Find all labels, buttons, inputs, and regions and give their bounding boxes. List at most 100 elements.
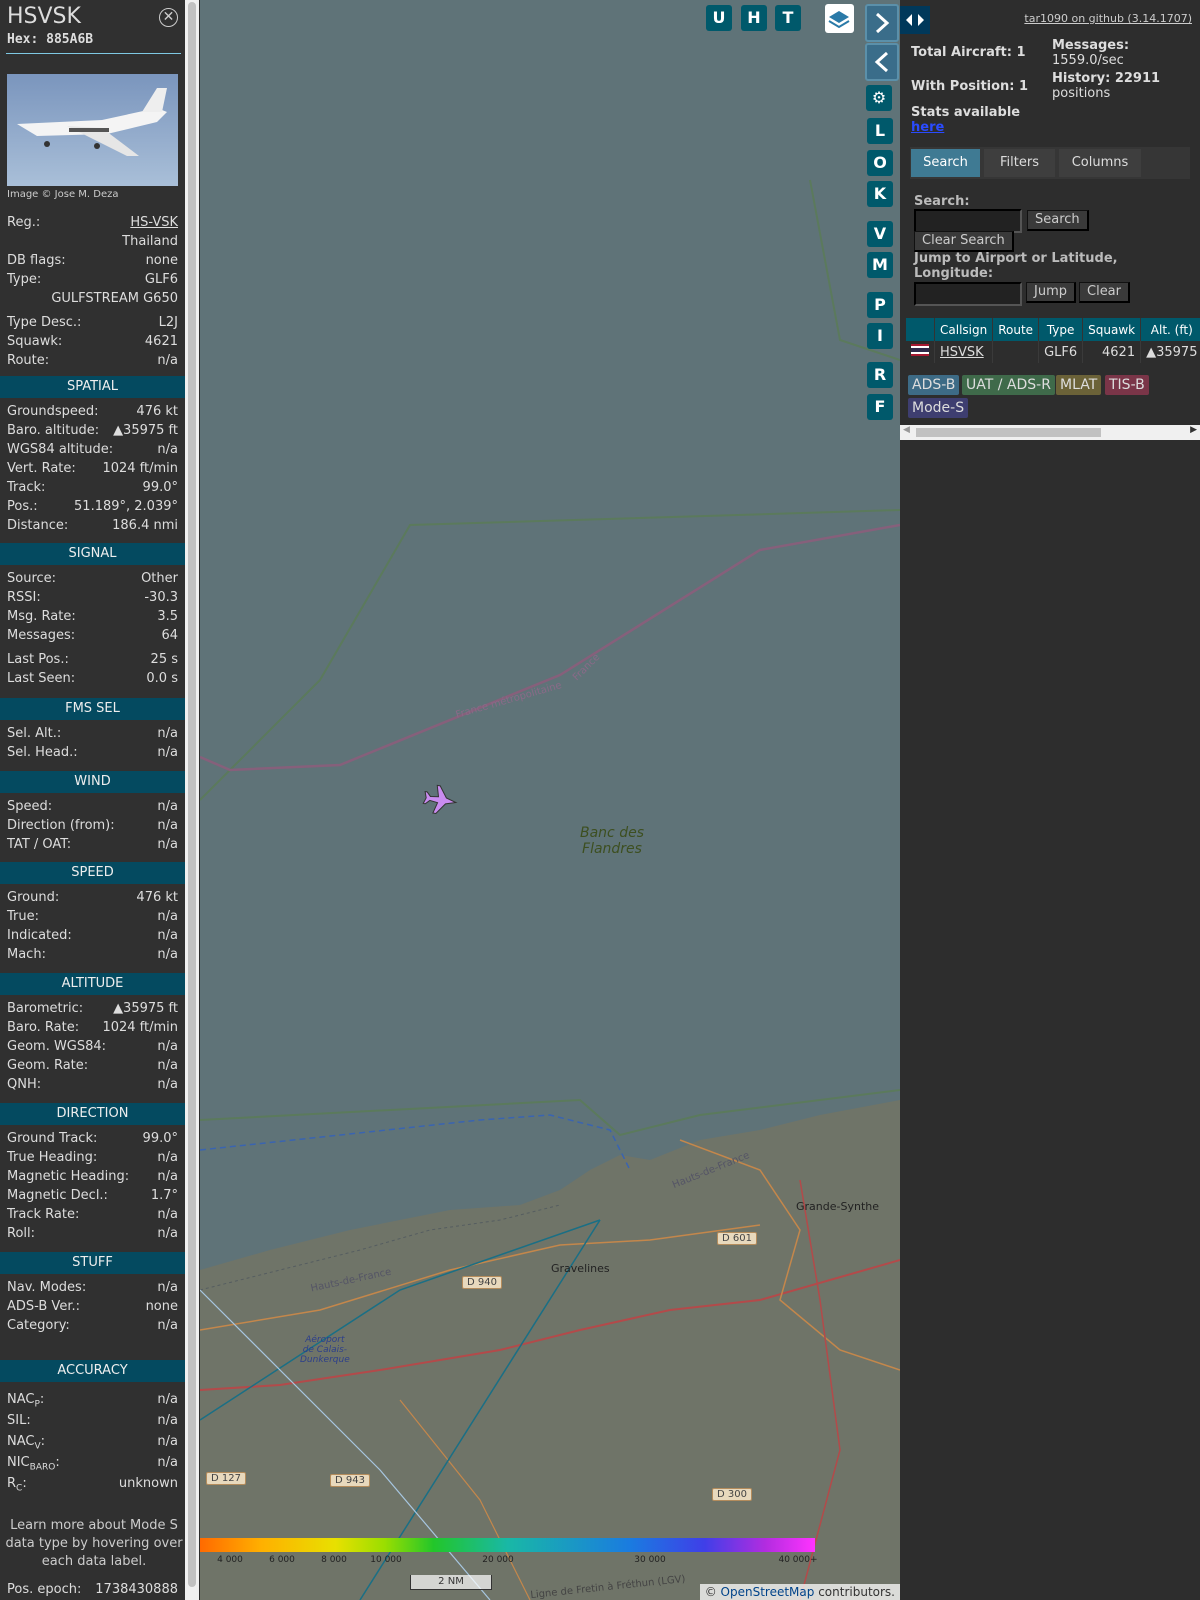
toggle-sidebar-icon[interactable] xyxy=(900,6,930,34)
section-header-spatial: SPATIAL xyxy=(0,376,185,398)
info-row-value: none xyxy=(145,1299,178,1314)
aircraft-photo[interactable] xyxy=(7,74,178,186)
map-button-t[interactable]: T xyxy=(775,5,801,31)
info-panel-scrollbar[interactable] xyxy=(185,0,199,1600)
info-row-label: Type: xyxy=(7,272,42,287)
clear-button[interactable]: Clear xyxy=(1079,282,1130,303)
map-button-r[interactable]: R xyxy=(867,362,893,388)
openstreetmap-link[interactable]: OpenStreetMap xyxy=(721,1585,815,1599)
info-row-value: n/a xyxy=(157,928,178,943)
map-button-p[interactable]: P xyxy=(867,292,893,318)
column-header-route[interactable]: Route xyxy=(992,318,1040,341)
info-row: Squawk: 4621 xyxy=(7,332,178,351)
map-label-gravelines: Gravelines xyxy=(551,1262,610,1275)
info-row-value: n/a xyxy=(157,799,178,814)
learn-more-text: Learn more about Mode S data type by hov… xyxy=(5,1518,183,1569)
map-button-l[interactable]: L xyxy=(867,118,893,144)
road-label: D 127 xyxy=(206,1472,246,1485)
layers-icon[interactable] xyxy=(825,4,854,33)
stats-label: Stats available xyxy=(911,105,1021,120)
jump-button[interactable]: Jump xyxy=(1026,282,1076,303)
search-button[interactable]: Search xyxy=(1027,210,1089,231)
tab-filters[interactable]: Filters xyxy=(984,149,1055,177)
map-label-banc: Banc des Flandres xyxy=(580,825,644,857)
altitude-scale-label: 6 000 xyxy=(269,1555,295,1565)
registration-link[interactable]: HS-VSK xyxy=(130,213,178,232)
tab-search[interactable]: Search xyxy=(911,149,980,177)
map-button-k[interactable]: K xyxy=(867,181,893,207)
info-row: Mach: n/a xyxy=(7,945,178,964)
map-button-i[interactable]: I xyxy=(867,323,893,349)
map-button-u[interactable]: U xyxy=(706,5,732,31)
info-row-value: 99.0° xyxy=(142,480,178,495)
map-button-f[interactable]: F xyxy=(867,394,893,420)
column-header-squawk[interactable]: Squawk xyxy=(1082,318,1142,341)
info-row: Geom. Rate: n/a xyxy=(7,1056,178,1075)
map-view[interactable]: Banc des Flandres France métropolitaine … xyxy=(200,0,900,1600)
info-row-value: 476 kt xyxy=(136,890,178,905)
close-icon[interactable]: ✕ xyxy=(159,8,178,27)
map-button-h[interactable]: H xyxy=(741,5,767,31)
expand-right-icon[interactable] xyxy=(865,4,899,42)
info-row-label: Messages: xyxy=(7,628,76,643)
info-row-value: n/a xyxy=(157,947,178,962)
table-horizontal-scrollbar[interactable]: ◀ ▶ xyxy=(900,425,1200,440)
info-row: TAT / OAT: n/a xyxy=(7,835,178,854)
map-button-o[interactable]: O xyxy=(867,150,893,176)
info-row: Sel. Alt.: n/a xyxy=(7,724,178,743)
info-row-value: n/a xyxy=(157,1226,178,1241)
info-row-label: Squawk: xyxy=(7,334,63,349)
clear-search-button[interactable]: Clear Search xyxy=(914,231,1014,252)
info-row-value: n/a xyxy=(157,1207,178,1222)
info-row: GULFSTREAM G650 xyxy=(7,289,178,308)
info-row-value: 1024 ft/min xyxy=(102,461,178,476)
photo-credit: Image © Jose M. Deza xyxy=(7,189,119,200)
info-row-label: Baro. altitude: xyxy=(7,423,100,438)
info-row-label: SIL: xyxy=(7,1413,31,1428)
info-row: RSSI: -30.3 xyxy=(7,588,178,607)
altitude-scale-label: 40 000+ xyxy=(778,1555,818,1565)
info-row-label: Ground Track: xyxy=(7,1131,98,1146)
tab-columns[interactable]: Columns xyxy=(1059,149,1141,177)
stats-link[interactable]: here xyxy=(911,120,944,135)
column-header-type[interactable]: Type xyxy=(1038,318,1084,341)
info-row-label: Track: xyxy=(7,480,46,495)
with-position: With Position: 1 xyxy=(911,79,1029,94)
info-row: Last Pos.: 25 s xyxy=(7,650,178,669)
search-input[interactable] xyxy=(914,209,1022,233)
section-header-stuff: STUFF xyxy=(0,1252,185,1274)
info-row: Groundspeed: 476 kt xyxy=(7,402,178,421)
info-row-label: True Heading: xyxy=(7,1150,98,1165)
info-row-label: Sel. Alt.: xyxy=(7,726,62,741)
aircraft-marker-icon[interactable] xyxy=(422,784,458,817)
legend-uat-ads-r: UAT / ADS-R xyxy=(962,375,1055,395)
info-row-label: RSSI: xyxy=(7,590,41,605)
section-header-signal: SIGNAL xyxy=(0,543,185,565)
collapse-left-icon[interactable] xyxy=(865,43,899,81)
info-row: Ground Track: 99.0° xyxy=(7,1129,178,1148)
info-row: Track: 99.0° xyxy=(7,478,178,497)
map-button-v[interactable]: V xyxy=(867,221,893,247)
info-row-label: Last Seen: xyxy=(7,671,76,686)
jump-input[interactable] xyxy=(914,282,1022,306)
info-row-label: Speed: xyxy=(7,799,53,814)
info-row: True Heading: n/a xyxy=(7,1148,178,1167)
info-row-value: 51.189°, 2.039° xyxy=(74,499,178,514)
info-row: NACV: n/a xyxy=(7,1434,178,1452)
column-header-alt-ft-[interactable]: Alt. (ft) xyxy=(1140,318,1200,341)
info-row: Sel. Head.: n/a xyxy=(7,743,178,762)
callsign-cell[interactable]: HSVSK xyxy=(934,341,994,363)
column-header-callsign[interactable]: Callsign xyxy=(934,318,994,341)
altitude-scale-label: 10 000 xyxy=(370,1555,402,1565)
github-link[interactable]: tar1090 on github (3.14.1707) xyxy=(1024,12,1192,25)
table-row[interactable]: HSVSK GLF6 4621 ▲35975 xyxy=(906,341,1200,363)
info-row: Thailand xyxy=(7,232,178,251)
settings-gear-icon[interactable]: ⚙ xyxy=(866,85,892,111)
info-row-label: Category: xyxy=(7,1318,70,1333)
flag-column-header xyxy=(906,318,935,341)
info-row-label: QNH: xyxy=(7,1077,42,1092)
legend-mlat: MLAT xyxy=(1056,375,1102,395)
info-row-value: n/a xyxy=(157,1039,178,1054)
info-row-label: R xyxy=(7,1476,17,1491)
map-button-m[interactable]: M xyxy=(867,252,893,278)
